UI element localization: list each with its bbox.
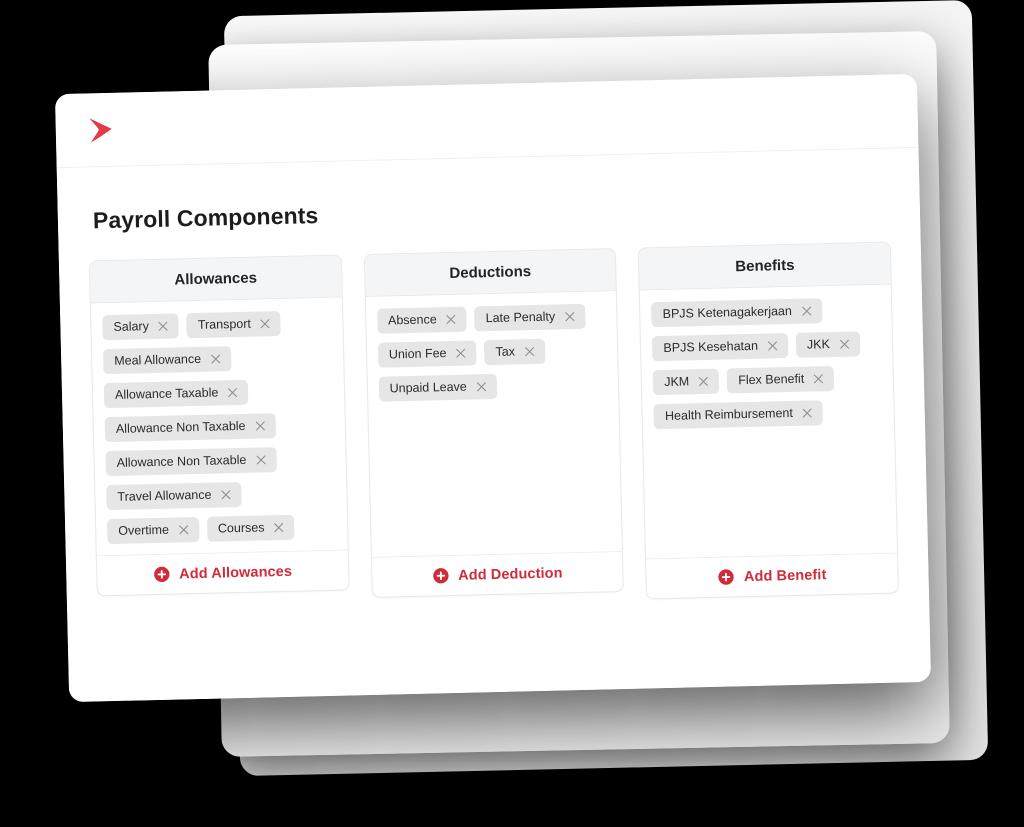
chip[interactable]: Absence bbox=[376, 306, 467, 334]
close-icon[interactable] bbox=[446, 314, 457, 325]
screenshot-scene: Payroll Components Allowances Salary Tran… bbox=[0, 0, 1024, 827]
chip-label: JKK bbox=[806, 337, 831, 352]
app-window: Payroll Components Allowances Salary Tran… bbox=[54, 73, 932, 703]
column-deductions: Deductions Absence Late Penalty Union Fee T… bbox=[363, 248, 625, 598]
chip-label: Courses bbox=[217, 520, 265, 536]
plus-circle-icon bbox=[153, 566, 170, 583]
chip[interactable]: Allowance Taxable bbox=[103, 379, 249, 409]
chip[interactable]: Overtime bbox=[106, 516, 200, 545]
close-icon[interactable] bbox=[476, 381, 487, 392]
chip[interactable]: Allowance Non Taxable bbox=[104, 413, 276, 443]
chip-label: Travel Allowance bbox=[117, 487, 212, 504]
column-allowances: Allowances Salary Transport Meal Allowance… bbox=[88, 254, 350, 597]
close-icon[interactable] bbox=[273, 522, 284, 533]
column-title-deductions: Deductions bbox=[364, 249, 617, 297]
chip[interactable]: Union Fee bbox=[377, 340, 477, 368]
chip-label: Salary bbox=[113, 319, 150, 334]
close-icon[interactable] bbox=[178, 524, 189, 535]
chip[interactable]: Salary bbox=[102, 313, 180, 341]
chip[interactable]: BPJS Kesehatan bbox=[652, 333, 789, 362]
chip-label: Late Penalty bbox=[485, 309, 556, 326]
add-deduction-label: Add Deduction bbox=[458, 564, 563, 584]
chip[interactable]: Late Penalty bbox=[474, 303, 586, 332]
chip-label: BPJS Kesehatan bbox=[663, 338, 759, 355]
chip[interactable]: JKM bbox=[652, 368, 720, 396]
chip-list-allowances: Salary Transport Meal Allowance Allowance T… bbox=[91, 298, 348, 556]
close-icon[interactable] bbox=[220, 489, 231, 500]
add-benefit-button[interactable]: Add Benefit bbox=[646, 552, 898, 599]
payroll-columns: Allowances Salary Transport Meal Allowance… bbox=[88, 241, 899, 613]
chip[interactable]: Health Reimbursement bbox=[653, 400, 824, 430]
chip[interactable]: Courses bbox=[206, 514, 295, 542]
close-icon[interactable] bbox=[839, 339, 850, 350]
close-icon[interactable] bbox=[801, 305, 812, 316]
chip[interactable]: Transport bbox=[186, 310, 282, 339]
chip-label: Union Fee bbox=[388, 346, 447, 362]
chip-list-benefits: BPJS Ketenagakerjaan BPJS Kesehatan JKK JKM… bbox=[640, 285, 897, 559]
column-benefits: Benefits BPJS Ketenagakerjaan BPJS Keseha… bbox=[638, 241, 899, 600]
chip[interactable]: Allowance Non Taxable bbox=[105, 447, 277, 477]
close-icon[interactable] bbox=[802, 407, 813, 418]
chip[interactable]: Flex Benefit bbox=[726, 365, 835, 394]
close-icon[interactable] bbox=[227, 387, 238, 398]
chip-label: Absence bbox=[387, 312, 437, 328]
column-title-benefits: Benefits bbox=[639, 242, 891, 291]
chip-label: BPJS Ketenagakerjaan bbox=[662, 303, 793, 321]
close-icon[interactable] bbox=[455, 348, 466, 359]
plus-circle-icon bbox=[718, 568, 735, 585]
add-allowances-label: Add Allowances bbox=[179, 563, 293, 582]
chip[interactable]: Meal Allowance bbox=[102, 346, 232, 375]
close-icon[interactable] bbox=[564, 311, 575, 322]
chip[interactable]: Unpaid Leave bbox=[378, 373, 498, 402]
close-icon[interactable] bbox=[254, 420, 265, 431]
chip-label: JKM bbox=[664, 374, 690, 389]
chip-label: Tax bbox=[495, 344, 516, 359]
add-deduction-button[interactable]: Add Deduction bbox=[371, 551, 624, 597]
chip[interactable]: Travel Allowance bbox=[106, 481, 242, 511]
chip-label: Meal Allowance bbox=[114, 351, 202, 368]
chip-label: Allowance Non Taxable bbox=[115, 418, 246, 436]
close-icon[interactable] bbox=[210, 353, 221, 364]
page-title: Payroll Components bbox=[92, 202, 319, 234]
chip-label: Transport bbox=[197, 316, 252, 332]
chip-label: Health Reimbursement bbox=[664, 405, 794, 423]
close-icon[interactable] bbox=[698, 376, 709, 387]
close-icon[interactable] bbox=[524, 346, 535, 357]
close-icon[interactable] bbox=[813, 373, 824, 384]
close-icon[interactable] bbox=[255, 454, 266, 465]
add-benefit-label: Add Benefit bbox=[743, 566, 827, 585]
chip[interactable]: BPJS Ketenagakerjaan bbox=[651, 298, 823, 328]
close-icon[interactable] bbox=[767, 340, 778, 351]
chip[interactable]: JKK bbox=[795, 331, 861, 358]
chip-list-deductions: Absence Late Penalty Union Fee Tax Unpaid Le… bbox=[365, 291, 622, 557]
chip-label: Unpaid Leave bbox=[389, 379, 467, 396]
close-icon[interactable] bbox=[260, 318, 271, 329]
close-icon[interactable] bbox=[158, 321, 169, 332]
chip-label: Overtime bbox=[118, 522, 170, 538]
chip-label: Allowance Taxable bbox=[114, 385, 219, 402]
add-allowances-button[interactable]: Add Allowances bbox=[96, 549, 349, 596]
app-body: Payroll Components Allowances Salary Tran… bbox=[56, 147, 932, 703]
chip-label: Allowance Non Taxable bbox=[116, 452, 247, 470]
chip[interactable]: Tax bbox=[484, 338, 546, 366]
chip-label: Flex Benefit bbox=[738, 371, 805, 388]
column-title-allowances: Allowances bbox=[89, 255, 342, 304]
plus-circle-icon bbox=[432, 567, 449, 584]
red-chevron-logo-icon[interactable] bbox=[81, 112, 120, 147]
